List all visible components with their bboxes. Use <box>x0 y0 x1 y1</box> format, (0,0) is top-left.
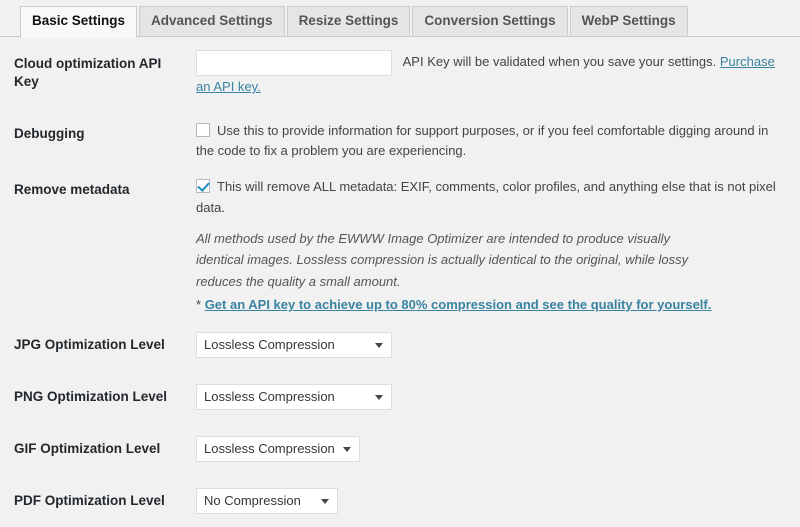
debugging-description: Use this to provide information for supp… <box>196 123 769 159</box>
remove-metadata-checkbox-block: This will remove ALL metadata: EXIF, com… <box>196 177 790 217</box>
pdf-optimization-level-value: No Compression <box>204 493 301 509</box>
tab-advanced-settings[interactable]: Advanced Settings <box>139 6 285 37</box>
label-debugging: Debugging <box>14 126 85 142</box>
settings-tab-bar: Basic Settings Advanced Settings Resize Se… <box>0 0 800 39</box>
get-api-key-link[interactable]: Get an API key to achieve up to 80% comp… <box>205 297 712 312</box>
tab-advanced-settings-label: Advanced Settings <box>151 13 273 28</box>
tab-conversion-settings-label: Conversion Settings <box>424 13 556 28</box>
row-remove-metadata: Remove metadata This will remove ALL met… <box>0 165 800 219</box>
basic-settings-form: Cloud optimization API Key API Key will … <box>0 37 800 527</box>
png-optimization-level-value: Lossless Compression <box>204 389 335 405</box>
cloud-api-key-help-text: API Key will be validated when you save … <box>402 54 717 70</box>
chevron-down-icon <box>375 343 383 349</box>
row-cloud-api-key: Cloud optimization API Key API Key will … <box>0 37 800 109</box>
tab-resize-settings[interactable]: Resize Settings <box>286 6 411 37</box>
row-compression-note: All methods used by the EWWW Image Optim… <box>0 220 800 319</box>
tab-resize-settings-label: Resize Settings <box>298 13 399 28</box>
cell-pdf-optimization-level: No Compression <box>196 475 800 527</box>
cell-gif-optimization-level: Lossless Compression <box>196 423 800 475</box>
cell-png-optimization-level: Lossless Compression <box>196 371 800 423</box>
compression-note-text: All methods used by the EWWW Image Optim… <box>196 230 689 289</box>
remove-metadata-checkbox[interactable] <box>196 179 210 194</box>
label-gif-optimization-level: GIF Optimization Level <box>14 441 161 457</box>
jpg-optimization-level-value: Lossless Compression <box>204 337 335 353</box>
cell-jpg-optimization-level: Lossless Compression <box>196 319 800 371</box>
tab-webp-settings[interactable]: WebP Settings <box>569 6 688 37</box>
debugging-checkbox[interactable] <box>196 123 210 138</box>
cell-cloud-api-key: API Key will be validated when you save … <box>196 37 800 109</box>
row-png-optimization-level: PNG Optimization Level Lossless Compress… <box>0 371 800 423</box>
debugging-checkbox-block: Use this to provide information for supp… <box>196 121 781 161</box>
tab-webp-settings-label: WebP Settings <box>581 13 676 28</box>
gif-optimization-level-value: Lossless Compression <box>204 441 335 457</box>
cell-compression-note: All methods used by the EWWW Image Optim… <box>196 220 800 319</box>
jpg-optimization-level-select[interactable]: Lossless Compression <box>196 332 392 359</box>
cloud-api-key-input[interactable] <box>196 50 392 76</box>
gif-optimization-level-select[interactable]: Lossless Compression <box>196 436 360 463</box>
chevron-down-icon <box>342 447 351 453</box>
label-jpg-optimization-level: JPG Optimization Level <box>14 337 165 353</box>
pdf-optimization-level-select[interactable]: No Compression <box>196 488 338 515</box>
row-debugging: Debugging Use this to provide informatio… <box>0 109 800 165</box>
chevron-down-icon <box>375 395 383 401</box>
asterisk-marker: * <box>196 296 202 312</box>
tab-basic-settings-label: Basic Settings <box>32 13 126 28</box>
cell-remove-metadata: This will remove ALL metadata: EXIF, com… <box>196 165 800 219</box>
row-jpg-optimization-level: JPG Optimization Level Lossless Compress… <box>0 319 800 371</box>
label-png-optimization-level: PNG Optimization Level <box>14 389 168 405</box>
label-remove-metadata: Remove metadata <box>14 182 130 198</box>
tab-basic-settings[interactable]: Basic Settings <box>20 6 138 39</box>
row-pdf-optimization-level: PDF Optimization Level No Compression <box>0 475 800 527</box>
tab-conversion-settings[interactable]: Conversion Settings <box>412 6 568 37</box>
label-cloud-api-key: Cloud optimization API Key <box>14 56 162 89</box>
cell-debugging: Use this to provide information for supp… <box>196 109 800 165</box>
label-pdf-optimization-level: PDF Optimization Level <box>14 493 165 509</box>
png-optimization-level-select[interactable]: Lossless Compression <box>196 384 392 411</box>
chevron-down-icon <box>321 499 329 505</box>
remove-metadata-description: This will remove ALL metadata: EXIF, com… <box>196 179 776 215</box>
compression-note-link-line: * Get an API key to achieve up to 80% co… <box>196 295 790 315</box>
label-compression-note-empty <box>0 220 196 319</box>
row-gif-optimization-level: GIF Optimization Level Lossless Compress… <box>0 423 800 475</box>
